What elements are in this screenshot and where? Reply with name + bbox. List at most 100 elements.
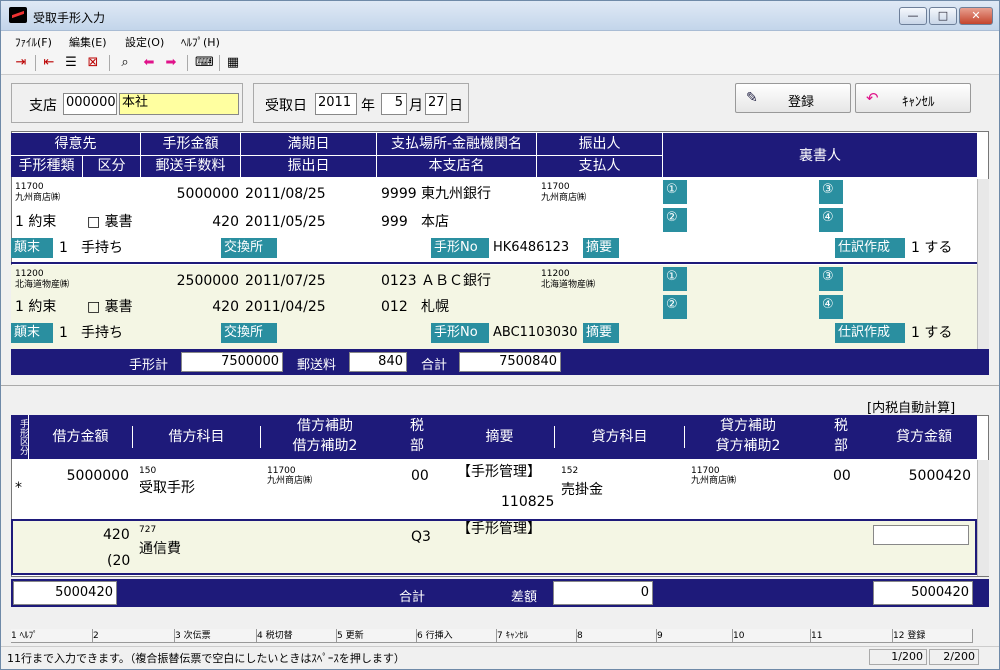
endorser-3[interactable]: ③ [819, 180, 843, 204]
end-text: 手持ち [81, 240, 123, 256]
arrow-right-icon[interactable]: ➡ [163, 55, 179, 71]
bill-total: 7500000 [181, 352, 283, 372]
toolbar: ⇥ ⇤ ☰ ⊠ ⌕ ⬅ ➡ ⌨ ▦ [1, 51, 999, 75]
year-unit: 年 [361, 98, 375, 114]
fkey-6-insert[interactable]: 6 行挿入 [417, 629, 497, 643]
fkey-10[interactable]: 10 [733, 629, 811, 643]
arrow-left-icon[interactable]: ⬅ [141, 55, 157, 71]
bill-type: 1 約束 [15, 299, 57, 315]
drawer-code: 11700 [541, 182, 570, 192]
hdr-due: 満期日 [241, 133, 377, 155]
fkey-4-tax[interactable]: 4 税切替 [257, 629, 337, 643]
endorser-3[interactable]: ③ [819, 267, 843, 291]
end-value: 1 [59, 325, 68, 341]
endorser-2[interactable]: ② [663, 295, 687, 319]
search-icon[interactable]: ⌕ [117, 55, 133, 71]
status-page-1: 1/200 [869, 649, 927, 665]
menu-settings[interactable]: 設定(O) [125, 34, 164, 50]
bill-amount: 2500000 [176, 273, 239, 289]
hdr-credit-account: 貸方科目 [555, 426, 685, 448]
fkey-7-cancel[interactable]: 7 ｷｬﾝｾﾙ [497, 629, 577, 643]
endorser-4[interactable]: ④ [819, 208, 843, 232]
import-icon[interactable]: ⇤ [41, 55, 57, 71]
sum-label: 合計 [421, 358, 448, 373]
debit-tax: 00 [411, 468, 429, 484]
credit-amount-input[interactable] [873, 525, 969, 545]
drawer-name: 九州商店㈱ [541, 193, 587, 203]
end-text: 手持ち [81, 325, 123, 341]
menu-edit[interactable]: 編集(E) [69, 34, 107, 50]
maximize-button[interactable]: □ [929, 7, 957, 25]
hdr-credit-sub2: 貸方補助2 [715, 438, 781, 454]
customer-code: 11200 [15, 269, 44, 279]
endorser-1[interactable]: ① [663, 180, 687, 204]
drawer-name: 北海道物産㈱ [541, 280, 596, 290]
hdr-payer: 支払人 [537, 155, 663, 177]
fkey-5-update[interactable]: 5 更新 [337, 629, 417, 643]
branch-code-input[interactable]: 000000 [63, 93, 117, 115]
exit-icon[interactable]: ⇥ [13, 55, 29, 71]
minimize-button[interactable]: — [899, 7, 927, 25]
fkey-1-help[interactable]: 1 ﾍﾙﾌﾟ [11, 629, 93, 643]
postage-label: 郵送料 [297, 358, 337, 373]
debit-amount: 5000000 [66, 468, 129, 484]
list-icon[interactable]: ☰ [63, 55, 79, 71]
bill-row[interactable]: 11200 北海道物産㈱ 2500000 2011/07/25 0123 ＡＢＣ… [11, 265, 977, 349]
debit-sub-name: 九州商店㈱ [267, 476, 313, 486]
year-input[interactable]: 2011 [315, 93, 357, 115]
endorser-4[interactable]: ④ [819, 295, 843, 319]
hdr-tax-part: 部 [410, 438, 424, 454]
memo-number: 110825 [501, 494, 555, 510]
row-mark: * [15, 480, 22, 496]
delete-doc-icon[interactable]: ⊠ [85, 55, 101, 71]
close-button[interactable]: ✕ [959, 7, 993, 25]
customer-name: 北海道物産㈱ [15, 280, 70, 290]
fkey-11[interactable]: 11 [811, 629, 893, 643]
endorse-checkbox[interactable]: □ 裏書 [87, 297, 133, 317]
fkey-12-register[interactable]: 12 登録 [893, 629, 973, 643]
bill-no-label: 手形No [431, 323, 489, 343]
memo-label: 摘要 [583, 323, 619, 343]
journal-row[interactable]: * 5000000 150 受取手形 11700 九州商店㈱ 00 【手形管理】… [11, 460, 977, 518]
fkey-2[interactable]: 2 [93, 629, 175, 643]
issue-date: 2011/04/25 [245, 299, 326, 315]
menu-help[interactable]: ﾍﾙﾌﾟ(H) [181, 34, 220, 50]
memo-label: 摘要 [583, 238, 619, 258]
hdr-credit-tax: 税 [834, 418, 848, 434]
journal-create-value: 1 する [911, 325, 953, 341]
cancel-button[interactable]: ↶ ｷｬﾝｾﾙ [855, 83, 971, 113]
register-button[interactable]: ✎ 登録 [735, 83, 851, 113]
fkey-8[interactable]: 8 [577, 629, 657, 643]
hdr-drawer: 振出人 [537, 133, 663, 155]
credit-account-code: 152 [561, 466, 579, 476]
bank-code: 0123 [381, 273, 417, 289]
journal-scrollbar[interactable] [977, 460, 989, 576]
debit-total: 5000420 [13, 581, 117, 605]
fkey-3-next[interactable]: 3 次伝票 [175, 629, 257, 643]
branch-code: 012 [381, 299, 408, 315]
menu-file[interactable]: ﾌｧｲﾙ(F) [15, 34, 52, 50]
endorse-checkbox[interactable]: □ 裏書 [87, 212, 133, 232]
month-input[interactable]: 5 [381, 93, 407, 115]
hdr-debit-sub: 借方補助 [297, 418, 353, 434]
fkey-9[interactable]: 9 [657, 629, 733, 643]
debit-amount: 420 [103, 527, 130, 543]
status-message: 11行まで入力できます。（複合振替伝票で空白にしたいときはｽﾍﾟｰｽを押します） [7, 652, 405, 665]
grand-total: 7500840 [459, 352, 561, 372]
endorser-1[interactable]: ① [663, 267, 687, 291]
bill-grid-scrollbar[interactable] [977, 179, 989, 349]
keyboard-icon[interactable]: ⌨ [195, 55, 214, 71]
hdr-kubun: 区分 [83, 155, 141, 177]
branch-code: 999 [381, 214, 408, 230]
journal-row-selected[interactable]: 420 (20 727 通信費 Q3 【手形管理】 [11, 519, 977, 575]
endorser-2[interactable]: ② [663, 208, 687, 232]
register-label: 登録 [788, 95, 815, 110]
branch-label: 支店 [29, 98, 57, 114]
hdr-credit-tax-part: 部 [834, 438, 848, 454]
hdr-customer: 得意先 [11, 133, 141, 155]
bill-row[interactable]: 11700 九州商店㈱ 5000000 2011/08/25 9999 東九州銀… [11, 178, 977, 264]
calculator-icon[interactable]: ▦ [225, 55, 241, 71]
day-input[interactable]: 27 [425, 93, 447, 115]
hdr-endorser: 裏書人 [799, 148, 841, 164]
date-label: 受取日 [265, 98, 307, 114]
